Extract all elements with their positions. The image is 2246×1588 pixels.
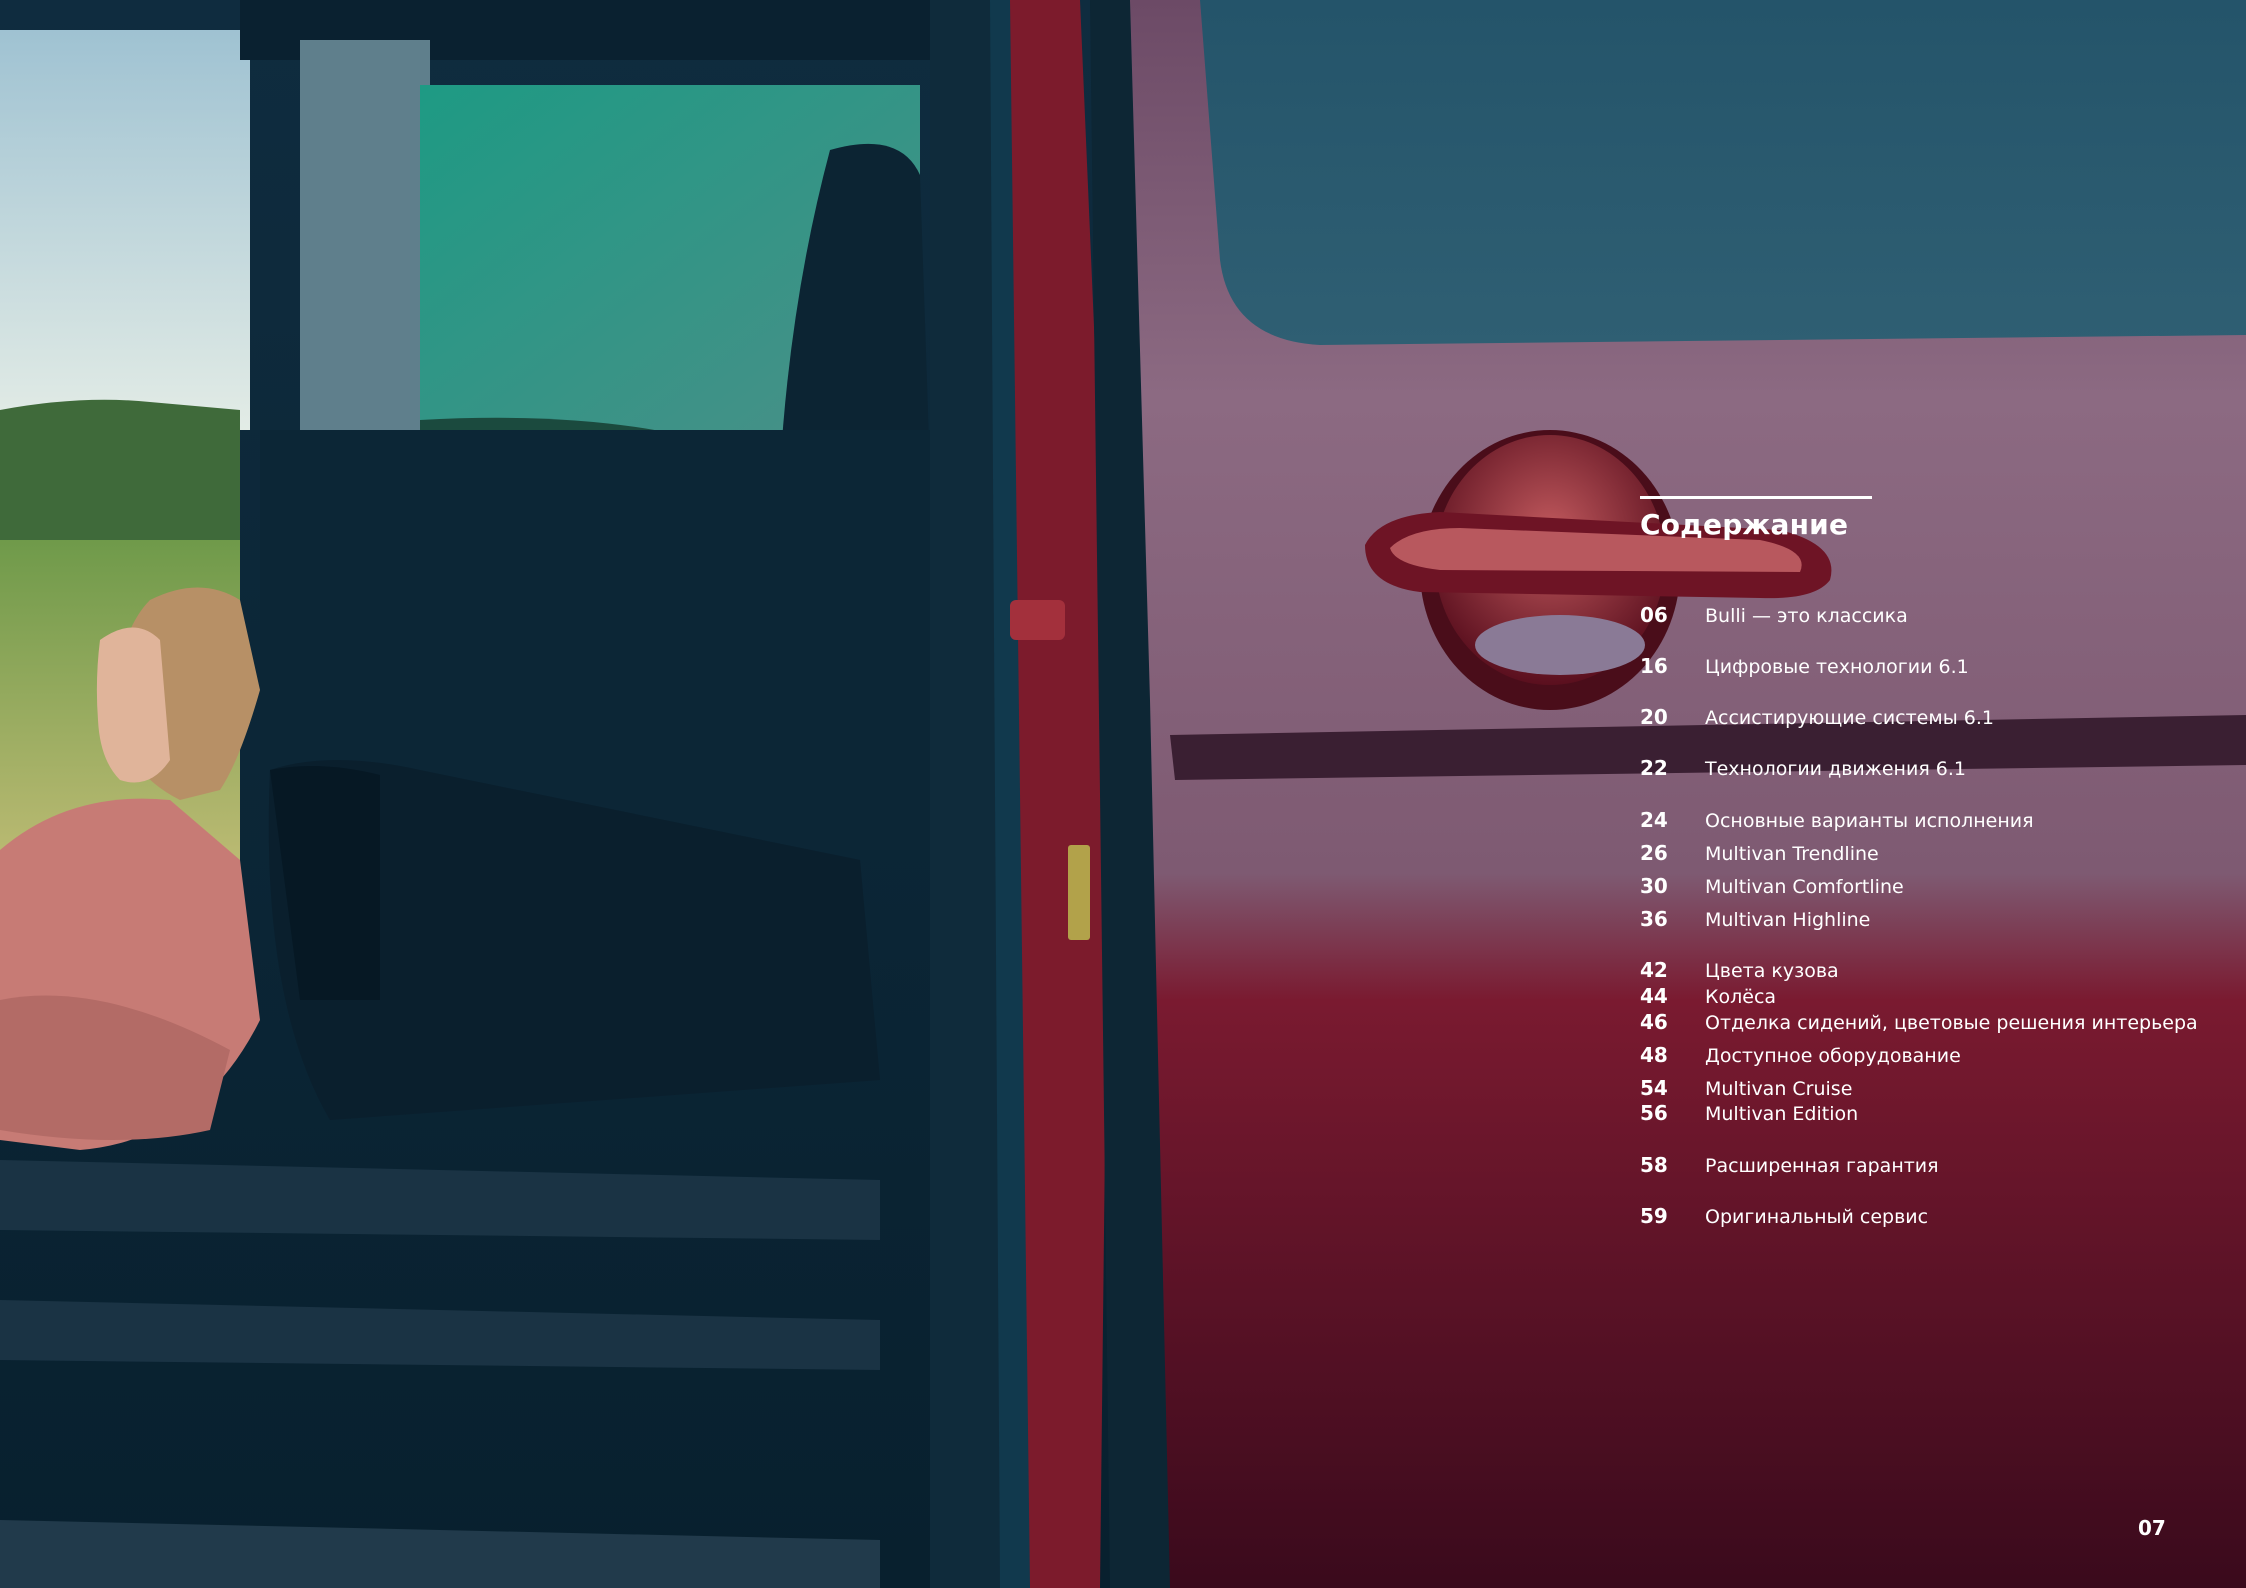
toc-entry[interactable]: 46 Отделка сидений, цветовые решения инте… (1640, 1008, 2198, 1036)
toc-entry-title: Расширенная гарантия (1705, 1155, 1939, 1177)
toc-page-number: 54 (1640, 1076, 1668, 1100)
toc-title: Содержание (1640, 508, 1849, 541)
toc-entry[interactable]: 30 Multivan Comfortline (1640, 872, 1904, 900)
toc-entry[interactable]: 59 Оригинальный сервис (1640, 1202, 1928, 1230)
toc-entry[interactable]: 48 Доступное оборудование (1640, 1041, 1961, 1069)
cover-photo (0, 0, 2246, 1588)
toc-entry[interactable]: 22 Технологии движения 6.1 (1640, 754, 1966, 782)
toc-page-number: 22 (1640, 756, 1668, 780)
toc-entry-title: Multivan Trendline (1705, 843, 1879, 865)
toc-page-number: 59 (1640, 1204, 1668, 1228)
toc-entry-title: Multivan Comfortline (1705, 876, 1904, 898)
toc-entry-title: Технологии движения 6.1 (1705, 758, 1967, 780)
toc-page-number: 06 (1640, 603, 1668, 627)
toc-entry-title: Основные варианты исполнения (1705, 810, 2034, 832)
toc-page-number: 42 (1640, 958, 1668, 982)
toc-entry-title: Доступное оборудование (1705, 1045, 1961, 1067)
toc-entry[interactable]: 06 Bulli — это классика (1640, 601, 1908, 629)
toc-entry[interactable]: 44 Колёса (1640, 982, 1776, 1010)
toc-entry-title: Отделка сидений, цветовые решения интерь… (1705, 1012, 2198, 1034)
toc-entry-title: Оригинальный сервис (1705, 1206, 1929, 1228)
toc-entry[interactable]: 24 Основные варианты исполнения (1640, 806, 2034, 834)
toc-page-number: 46 (1640, 1010, 1668, 1034)
toc-entry[interactable]: 54 Multivan Cruise (1640, 1074, 1852, 1102)
page-number: 07 (2138, 1516, 2166, 1540)
toc-page-number: 16 (1640, 654, 1668, 678)
toc-entry[interactable]: 42 Цвета кузова (1640, 956, 1839, 984)
toc-entry[interactable]: 36 Multivan Highline (1640, 905, 1870, 933)
toc-entry-title: Multivan Edition (1705, 1103, 1859, 1125)
toc-entry-title: Multivan Highline (1705, 909, 1871, 931)
toc-page-number: 58 (1640, 1153, 1668, 1177)
toc-entry[interactable]: 56 Multivan Edition (1640, 1099, 1858, 1127)
toc-page-number: 56 (1640, 1101, 1668, 1125)
toc-page-number: 26 (1640, 841, 1668, 865)
toc-page-number: 24 (1640, 808, 1668, 832)
toc-page-number: 36 (1640, 907, 1668, 931)
toc-page-number: 44 (1640, 984, 1668, 1008)
toc-entry[interactable]: 26 Multivan Trendline (1640, 839, 1879, 867)
toc-entry[interactable]: 58 Расширенная гарантия (1640, 1151, 1939, 1179)
toc-entry-title: Bulli — это классика (1705, 605, 1908, 627)
toc-entry-title: Цвета кузова (1705, 960, 1839, 982)
toc-page-number: 30 (1640, 874, 1668, 898)
toc-page-number: 20 (1640, 705, 1668, 729)
toc-entry[interactable]: 20 Ассистирующие системы 6.1 (1640, 703, 1994, 731)
toc-divider (1640, 496, 1872, 499)
toc-page-number: 48 (1640, 1043, 1668, 1067)
toc-entry-title: Ассистирующие системы 6.1 (1705, 707, 1994, 729)
toc-entry[interactable]: 16 Цифровые технологии 6.1 (1640, 652, 1969, 680)
toc-entry-title: Колёса (1705, 986, 1777, 1008)
toc-entry-title: Цифровые технологии 6.1 (1705, 656, 1969, 678)
